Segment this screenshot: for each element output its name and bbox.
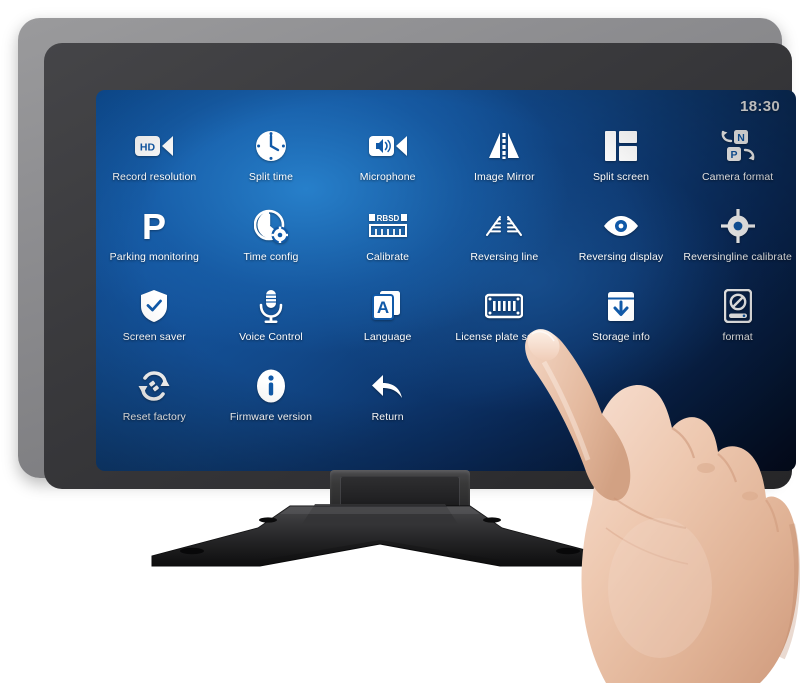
menu-item-label: Reversing line [470, 251, 539, 263]
menu-item-time-config[interactable]: Time config [213, 202, 330, 278]
menu-item-firmware-version[interactable]: Firmware version [213, 362, 330, 438]
back-arrow-icon [368, 366, 408, 406]
menu-item-screen-saver[interactable]: Screen saver [96, 282, 213, 358]
menu-item-label: Time config [243, 251, 299, 263]
menu-item-reset-factory[interactable]: Reset factory [96, 362, 213, 438]
menu-item-label: Firmware version [229, 411, 313, 423]
menu-item-image-mirror[interactable]: Image Mirror [446, 122, 563, 198]
svg-text:N: N [737, 132, 745, 144]
svg-text:RBSD: RBSD [376, 214, 399, 223]
language-a-icon: A [368, 286, 408, 326]
shield-check-icon [134, 286, 174, 326]
menu-item-label: Screen saver [122, 331, 186, 343]
reversing-guidelines-icon [484, 206, 524, 246]
pointing-hand [510, 318, 800, 683]
menu-item-label: Microphone [359, 171, 416, 183]
rbsd-ruler-icon: RBSD [368, 206, 408, 246]
menu-item-microphone[interactable]: Microphone [329, 122, 446, 198]
svg-text:P: P [730, 149, 737, 161]
status-bar-clock: 18:30 [740, 98, 780, 115]
reset-refresh-icon [134, 366, 174, 406]
menu-item-label: Parking monitoring [109, 251, 199, 263]
menu-item-language[interactable]: A Language [329, 282, 446, 358]
camera-format-np-icon: N P [718, 126, 758, 166]
microphone-camcorder-icon [368, 126, 408, 166]
menu-item-label: Voice Control [239, 331, 303, 343]
menu-item-label: Return [371, 411, 404, 423]
menu-item-parking-monitoring[interactable]: P Parking monitoring [96, 202, 213, 278]
image-mirror-icon [484, 126, 524, 166]
menu-item-reversing-line[interactable]: Reversing line [446, 202, 563, 278]
menu-item-label: Reversingline calibrate [683, 251, 792, 263]
menu-item-label: Split time [248, 171, 294, 183]
time-config-gear-icon [251, 206, 291, 246]
menu-item-label: Language [363, 331, 412, 343]
menu-item-voice-control[interactable]: Voice Control [213, 282, 330, 358]
menu-item-label: Camera format [701, 171, 774, 183]
svg-text:P: P [142, 209, 166, 243]
menu-item-label: Calibrate [366, 251, 410, 263]
parking-p-icon: P [134, 206, 174, 246]
microphone-icon [251, 286, 291, 326]
info-circle-icon [251, 366, 291, 406]
menu-item-camera-format[interactable]: N P Camera format [679, 122, 796, 198]
menu-item-reversing-display[interactable]: Reversing display [563, 202, 680, 278]
menu-item-label: Split screen [592, 171, 650, 183]
crosshair-target-icon [718, 206, 758, 246]
clock-icon [251, 126, 291, 166]
eye-icon [601, 206, 641, 246]
menu-item-split-time[interactable]: Split time [213, 122, 330, 198]
menu-item-split-screen[interactable]: Split screen [563, 122, 680, 198]
menu-item-label: Reset factory [122, 411, 186, 423]
menu-item-calibrate[interactable]: RBSD Calibrate [329, 202, 446, 278]
menu-item-label: Reversing display [578, 251, 664, 263]
menu-item-label: Image Mirror [473, 171, 535, 183]
svg-text:HD: HD [140, 141, 156, 153]
menu-item-return[interactable]: Return [329, 362, 446, 438]
menu-item-label: Record resolution [112, 171, 197, 183]
split-screen-icon [601, 126, 641, 166]
hd-camcorder-icon: HD [134, 126, 174, 166]
menu-item-record-resolution[interactable]: HD Record resolution [96, 122, 213, 198]
svg-text:A: A [377, 298, 389, 317]
menu-item-reversingline-calibrate[interactable]: Reversingline calibrate [679, 202, 796, 278]
